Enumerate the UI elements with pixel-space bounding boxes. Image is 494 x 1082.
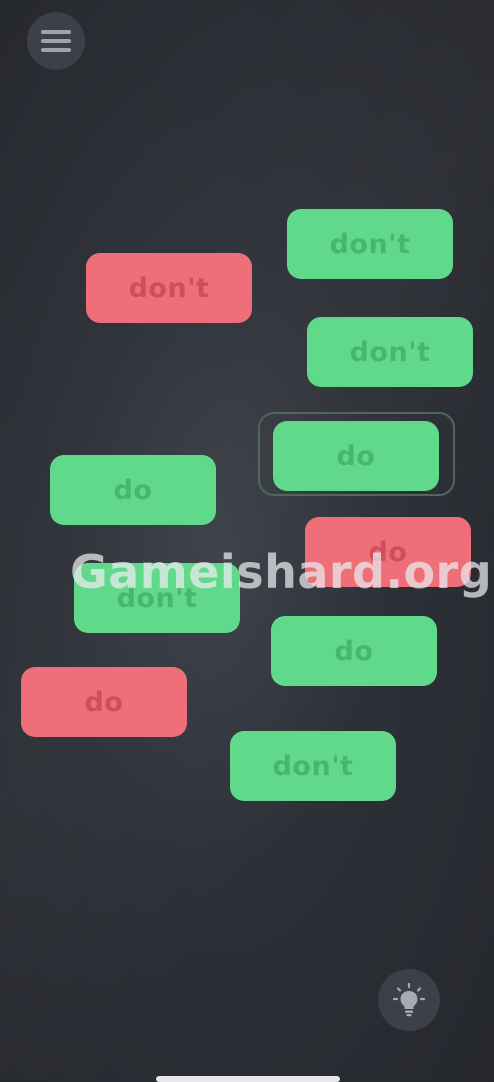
word-tile[interactable]: don't [307, 317, 473, 387]
home-indicator[interactable] [156, 1076, 340, 1082]
word-tile-selected[interactable]: do [273, 421, 439, 491]
hamburger-menu-icon [41, 30, 71, 52]
word-tile[interactable]: don't [86, 253, 252, 323]
word-tile[interactable]: do [21, 667, 187, 737]
word-tile[interactable]: don't [74, 563, 240, 633]
lightbulb-icon [392, 982, 426, 1017]
word-tile[interactable]: do [271, 616, 437, 686]
word-tile[interactable]: do [50, 455, 216, 525]
menu-button[interactable] [27, 12, 85, 70]
hint-button[interactable] [378, 969, 440, 1031]
word-tile[interactable]: don't [230, 731, 396, 801]
word-tile[interactable]: don't [287, 209, 453, 279]
word-tile[interactable]: do [305, 517, 471, 587]
